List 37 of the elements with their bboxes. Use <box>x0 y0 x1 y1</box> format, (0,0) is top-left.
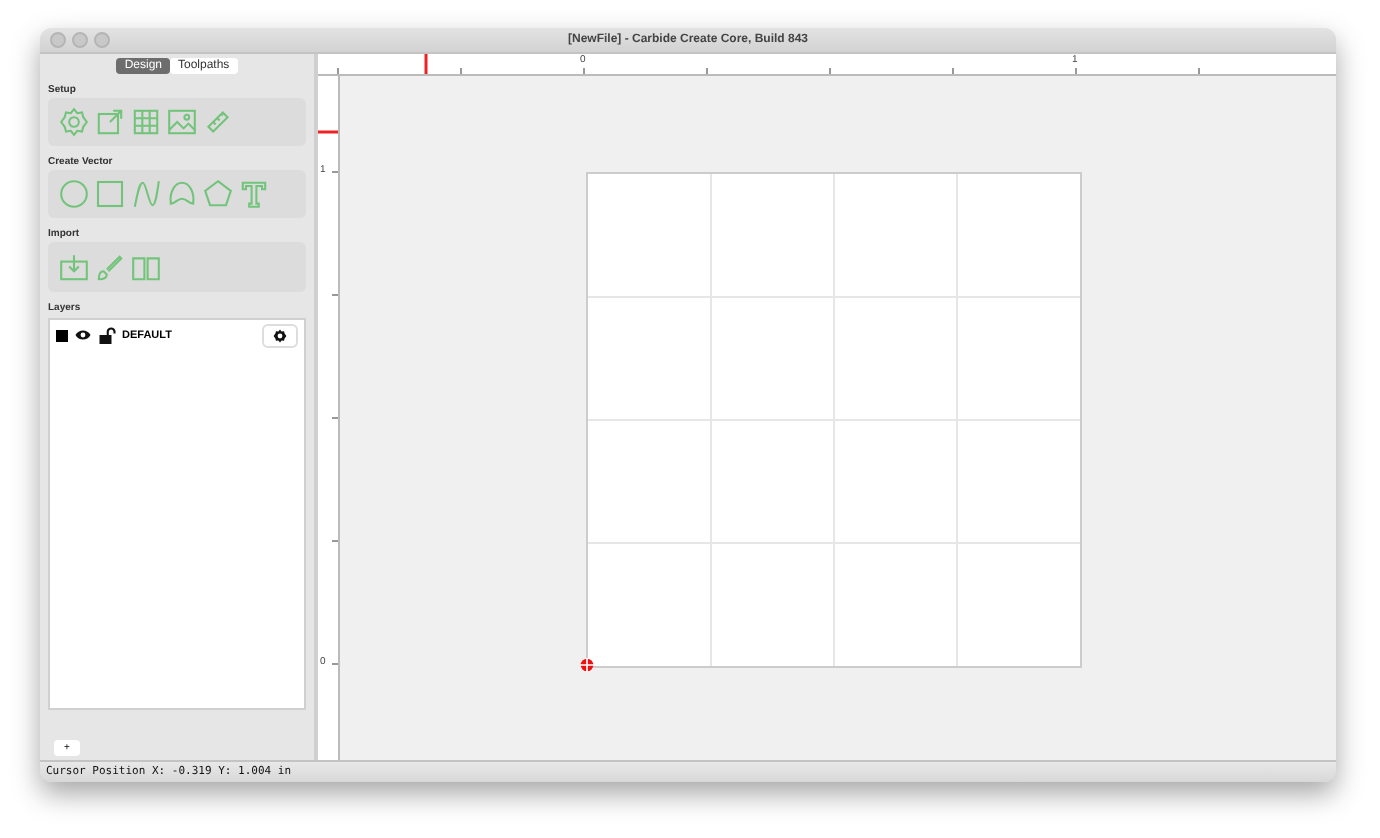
circle-icon <box>58 178 90 211</box>
curve-icon <box>130 178 162 211</box>
settings-icon <box>272 327 288 344</box>
import-icon <box>58 251 90 284</box>
brush-icon <box>94 251 126 284</box>
gear-icon <box>58 106 90 139</box>
export-icon <box>94 106 126 139</box>
text-icon <box>238 178 270 211</box>
eye-icon[interactable] <box>74 326 92 345</box>
grid-icon <box>130 106 162 139</box>
tool-button[interactable] <box>92 106 128 139</box>
layer-color-swatch[interactable] <box>56 329 68 342</box>
tool-button[interactable] <box>164 178 200 211</box>
tool-button[interactable] <box>92 178 128 211</box>
tool-button[interactable] <box>200 178 236 211</box>
origin-icon <box>580 658 594 672</box>
tool-button[interactable] <box>236 178 272 211</box>
tool-button[interactable] <box>92 251 128 284</box>
tool-button[interactable] <box>128 178 164 211</box>
tool-button[interactable] <box>56 106 92 139</box>
tool-button[interactable] <box>128 106 164 139</box>
minimize-button[interactable] <box>72 32 88 48</box>
book-icon <box>130 251 162 284</box>
tool-button[interactable] <box>164 106 200 139</box>
tool-button[interactable] <box>56 178 92 211</box>
polygon-icon <box>202 178 234 211</box>
layer-settings-button[interactable] <box>262 323 298 348</box>
tool-button[interactable] <box>128 251 164 284</box>
zoom-button[interactable] <box>94 32 110 48</box>
unlocked-icon[interactable] <box>98 326 116 345</box>
ruler-icon <box>202 106 234 139</box>
close-button[interactable] <box>50 32 66 48</box>
rectangle-icon <box>94 178 126 211</box>
image-icon <box>166 106 198 139</box>
arch-icon <box>166 178 198 211</box>
tool-button[interactable] <box>56 251 92 284</box>
design-canvas[interactable] <box>340 76 1336 760</box>
